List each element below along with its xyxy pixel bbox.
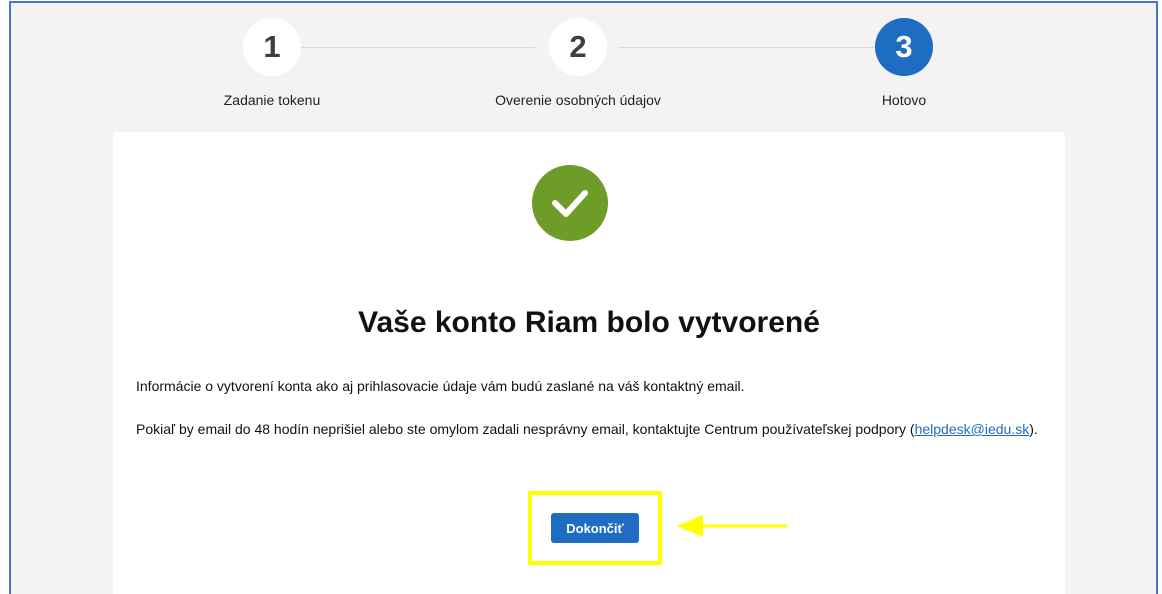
highlight-annotation: Dokončiť [528, 491, 662, 565]
finish-button[interactable]: Dokončiť [551, 513, 639, 543]
step-number-2: 2 [549, 18, 607, 76]
step-label-1: Zadanie tokenu [223, 92, 321, 108]
support-text: Pokiaľ by email do 48 hodín neprišiel al… [136, 419, 1046, 439]
step-1: 1 Zadanie tokenu [142, 3, 402, 108]
info-text: Informácie o vytvorení konta ako aj prih… [136, 378, 745, 394]
app-frame: 1 Zadanie tokenu 2 Overenie osobných úda… [9, 1, 1158, 594]
arrow-left-icon [677, 515, 787, 537]
support-text-after: ). [1029, 421, 1038, 437]
progress-stepper: 1 Zadanie tokenu 2 Overenie osobných úda… [11, 3, 1156, 133]
step-number-3: 3 [875, 18, 933, 76]
helpdesk-email-link[interactable]: helpdesk@iedu.sk [915, 421, 1030, 437]
page-title: Vaše konto Riam bolo vytvorené [358, 306, 820, 339]
step-label-3: Hotovo [881, 92, 927, 108]
step-number-1: 1 [243, 18, 301, 76]
step-label-2: Overenie osobných údajov [495, 92, 661, 108]
step-3: 3 Hotovo [774, 3, 1034, 108]
check-icon [532, 165, 608, 241]
support-text-before: Pokiaľ by email do 48 hodín neprišiel al… [136, 421, 915, 437]
step-2: 2 Overenie osobných údajov [448, 3, 708, 108]
